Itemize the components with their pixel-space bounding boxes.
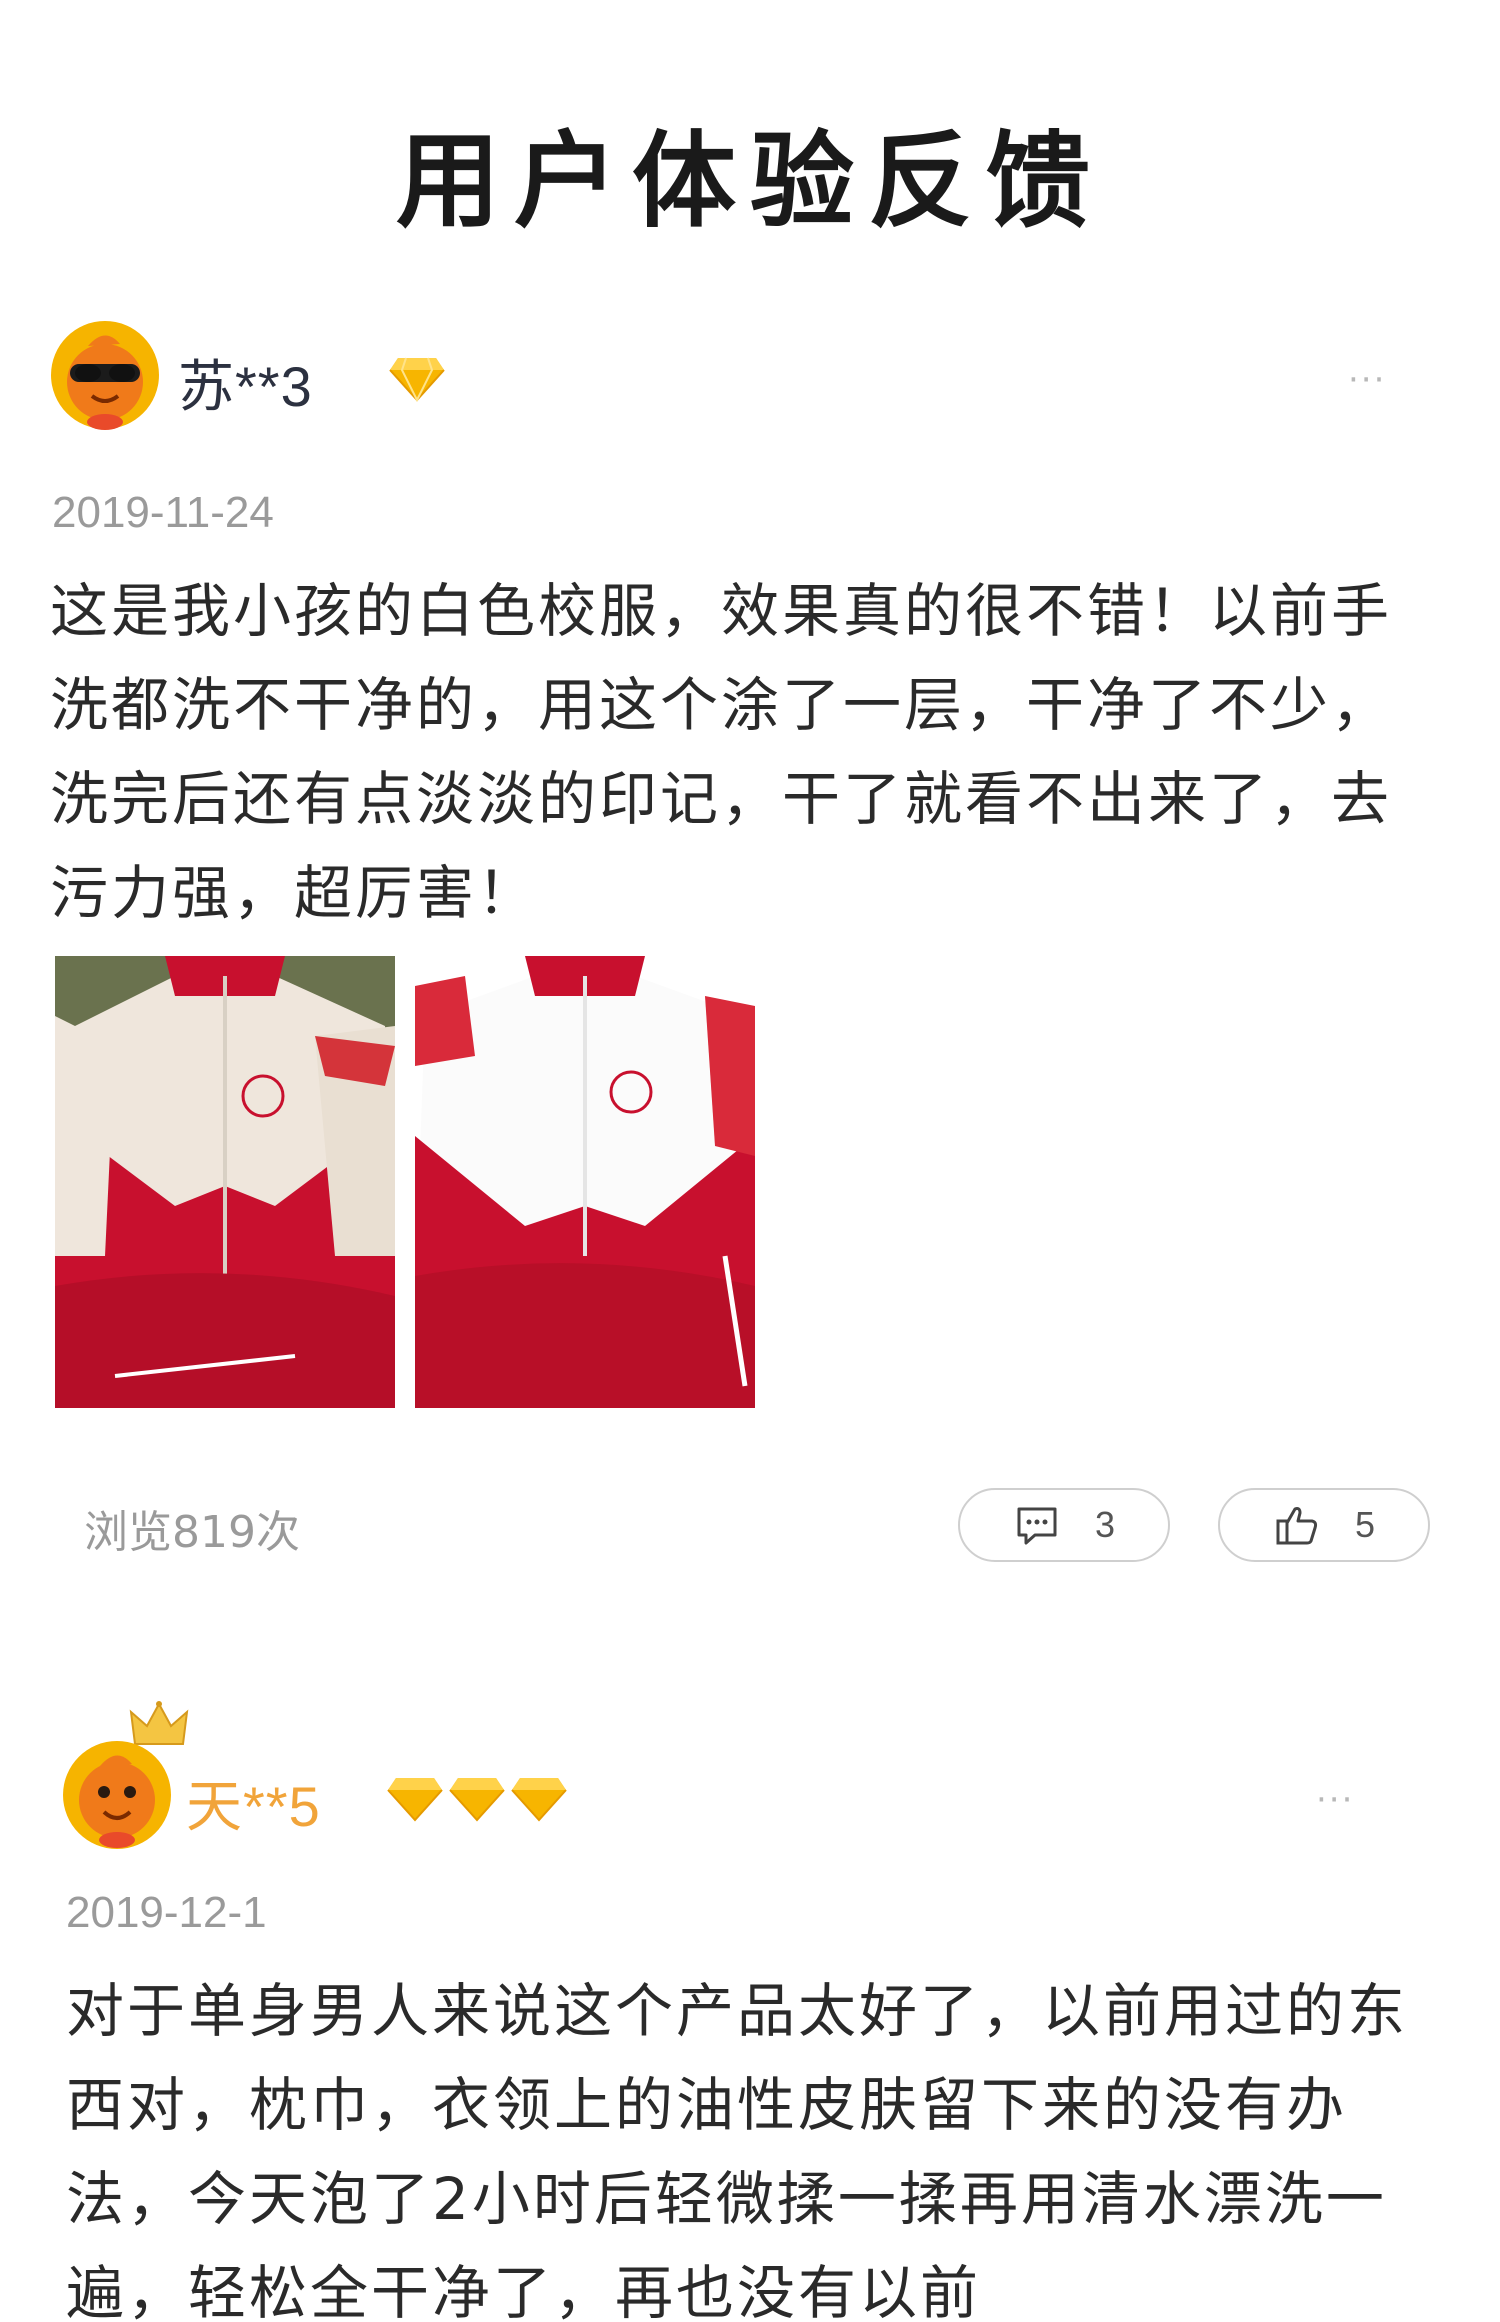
review-post: 天**5 ··· 2019-12-1 对于单身男人来说这个产品太好了，以前用过的… — [0, 1700, 1500, 2322]
photo-gallery — [55, 956, 755, 1408]
comment-icon — [1013, 1501, 1061, 1549]
comment-button[interactable]: 3 — [958, 1488, 1170, 1562]
more-dots-icon[interactable]: ··· — [1316, 1780, 1354, 1820]
post-date: 2019-11-24 — [52, 488, 274, 537]
username[interactable]: 天**5 — [186, 1762, 321, 1843]
comment-count: 3 — [1094, 1504, 1116, 1545]
more-dots-icon[interactable]: ··· — [1348, 360, 1386, 400]
review-post: 苏**3 ··· 2019-11-24 这是我小孩的白色校服，效果真的很不错！以… — [0, 320, 1500, 1620]
thumbs-up-icon — [1273, 1501, 1321, 1549]
post-text: 这是我小孩的白色校服，效果真的很不错！以前手洗都洗不干净的，用这个涂了一层，干净… — [50, 577, 1393, 927]
user-avatar[interactable] — [62, 1740, 172, 1850]
jacket-before-photo[interactable] — [55, 956, 395, 1408]
badge-row — [388, 356, 446, 402]
page-title: 用户体验反馈 — [395, 119, 1104, 242]
diamond-icon — [389, 357, 445, 402]
diamond-icon — [449, 1778, 505, 1822]
diamond-icon — [387, 1778, 443, 1822]
like-button[interactable]: 5 — [1218, 1488, 1430, 1562]
post-date: 2019-12-1 — [66, 1888, 267, 1937]
like-count: 5 — [1354, 1504, 1376, 1545]
username[interactable]: 苏**3 — [178, 342, 313, 423]
diamond-icon — [511, 1778, 567, 1822]
jacket-after-photo[interactable] — [415, 956, 755, 1408]
user-avatar[interactable] — [50, 320, 160, 430]
view-count: 浏览819次 — [84, 1507, 300, 1558]
badge-row — [386, 1776, 568, 1822]
post-text: 对于单身男人来说这个产品太好了，以前用过的东西对，枕巾，衣领上的油性皮肤留下来的… — [66, 1977, 1409, 2322]
